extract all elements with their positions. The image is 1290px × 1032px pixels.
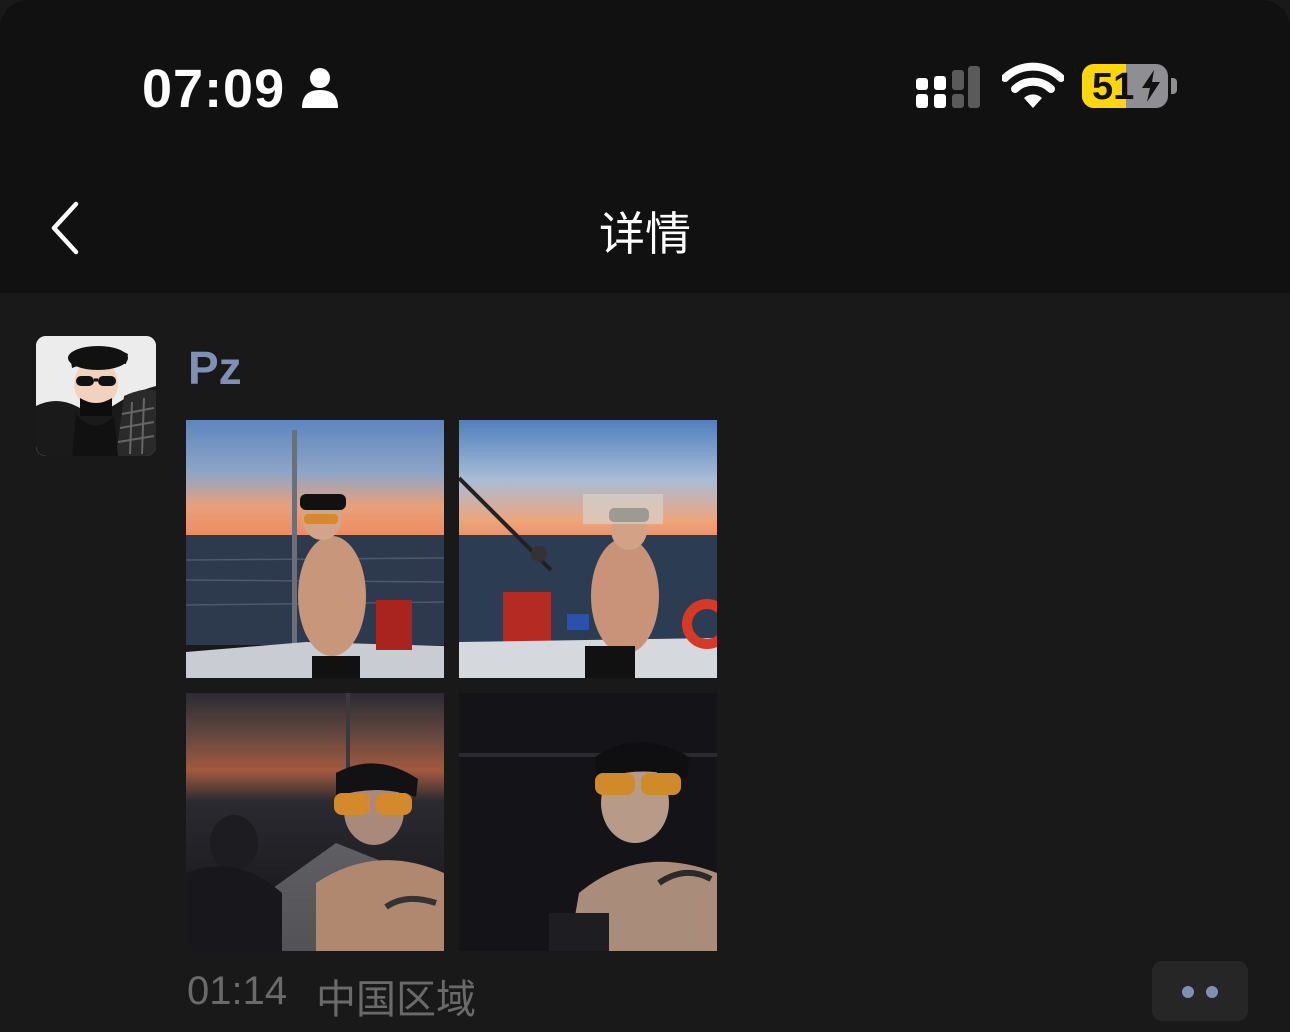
battery-icon: 51 [1082, 64, 1178, 110]
person-icon [302, 68, 338, 108]
charging-bolt-icon [1142, 70, 1160, 102]
avatar[interactable] [36, 336, 156, 456]
more-dots-button[interactable] [1152, 961, 1248, 1021]
app-screen: 07:09 51 详情 Pz 01:14 中国区域 [0, 0, 1290, 1032]
more-dots-icon [1182, 986, 1194, 998]
post-time: 01:14 [187, 969, 288, 1013]
page-title: 详情 [599, 207, 691, 261]
photo-dusk-boat[interactable] [186, 693, 444, 951]
battery-level: 51 [1092, 66, 1135, 108]
photo-sunset-boat-1[interactable] [186, 420, 444, 678]
author-name[interactable]: Pz [188, 341, 242, 395]
cellular-signal-icon [916, 66, 980, 108]
post-detail: Pz 01:14 中国区域 [0, 293, 1290, 1032]
status-bar: 07:09 51 [0, 0, 1290, 160]
photo-fishing-rod[interactable] [459, 420, 717, 678]
status-time: 07:09 [142, 59, 286, 119]
navigation-bar: 详情 [0, 160, 1290, 293]
photo-night-portrait[interactable] [459, 693, 717, 951]
avatar-illustration [36, 336, 156, 456]
post-location[interactable]: 中国区域 [316, 967, 476, 1025]
wifi-icon [1002, 62, 1064, 108]
